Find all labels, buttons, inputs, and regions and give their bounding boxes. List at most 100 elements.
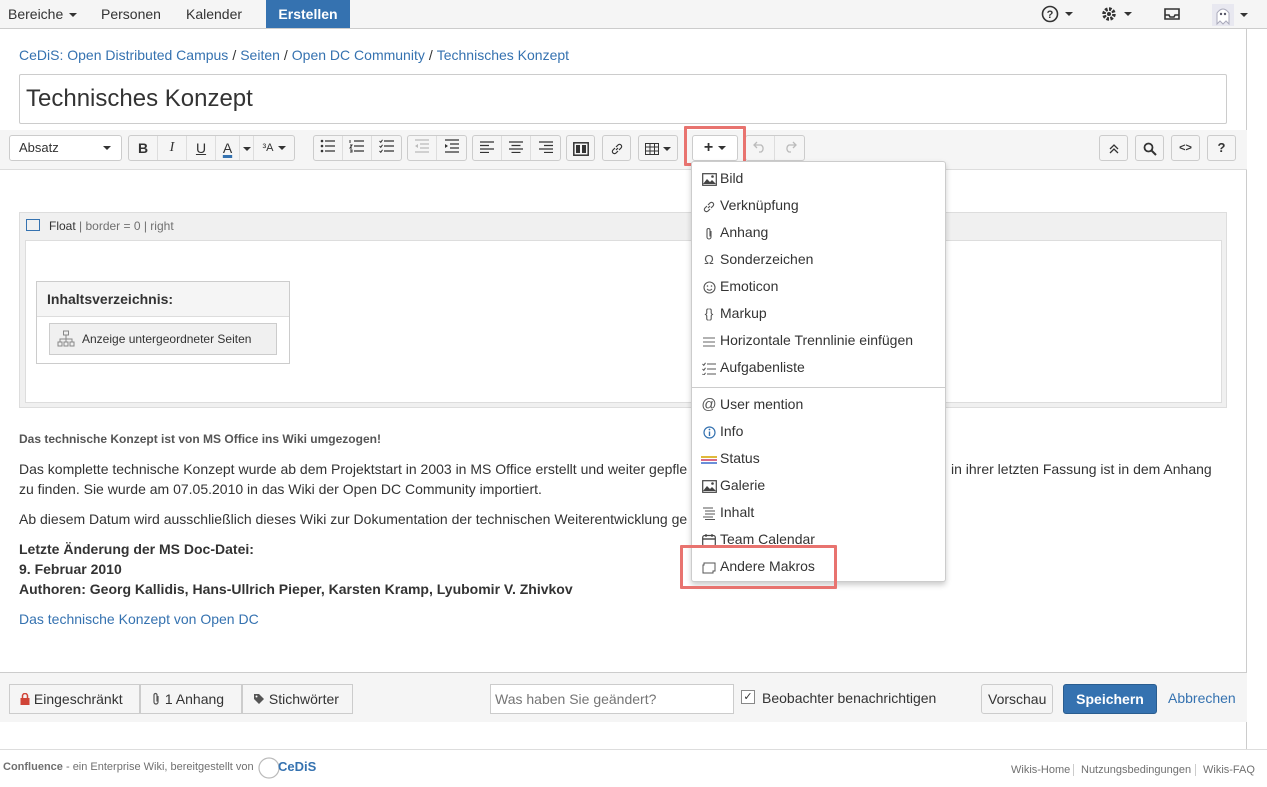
macro-name: Float xyxy=(49,219,76,233)
find-replace-button[interactable] xyxy=(1135,135,1164,161)
insert-link-button[interactable] xyxy=(602,135,631,161)
cedis-logo[interactable]: CeDiS xyxy=(258,754,316,780)
menu-item-label: User mention xyxy=(720,396,804,412)
cancel-button[interactable]: Abbrechen xyxy=(1168,690,1236,706)
save-button[interactable]: Speichern xyxy=(1063,684,1157,714)
help-icon: ? xyxy=(1041,5,1059,23)
chevron-down-icon xyxy=(242,147,251,152)
breadcrumb-item[interactable]: Technisches Konzept xyxy=(437,47,569,63)
user-menu[interactable] xyxy=(1212,4,1248,26)
settings-menu[interactable] xyxy=(1100,4,1132,24)
menu-item-special-char[interactable]: Ω Sonderzeichen xyxy=(692,246,945,273)
restrictions-button[interactable]: Eingeschränkt xyxy=(9,684,140,714)
footer-link-terms[interactable]: Nutzungsbedingungen xyxy=(1081,764,1191,776)
align-right-button[interactable] xyxy=(531,136,560,160)
link-icon xyxy=(611,143,622,154)
insert-table-button[interactable] xyxy=(638,135,678,161)
status-icon xyxy=(701,445,717,472)
underline-button[interactable]: U xyxy=(187,136,216,160)
labels-button[interactable]: Stichwörter xyxy=(242,684,353,714)
italic-button[interactable]: I xyxy=(158,136,187,160)
align-center-button[interactable] xyxy=(502,136,531,160)
breadcrumb-item[interactable]: Seiten xyxy=(240,47,280,63)
numbered-list-button[interactable] xyxy=(343,136,372,160)
float-macro[interactable]: Float | border = 0 | right Inhaltsverzei… xyxy=(19,212,1227,408)
authors-text: Authoren: Georg Kallidis, Hans-Ullrich P… xyxy=(19,581,573,597)
menu-item-link[interactable]: Verknüpfung xyxy=(692,192,945,219)
menu-item-image[interactable]: Bild xyxy=(692,165,945,192)
concept-link[interactable]: Das technische Konzept von Open DC xyxy=(19,609,259,629)
menu-item-toc[interactable]: Inhalt xyxy=(692,499,945,526)
page-layout-button[interactable] xyxy=(566,135,595,161)
help-menu[interactable]: ? xyxy=(1041,4,1073,24)
redo-button[interactable] xyxy=(775,136,804,160)
menu-item-label: Horizontale Trennlinie einfügen xyxy=(720,332,914,348)
paperclip-icon xyxy=(153,692,159,705)
menu-item-info[interactable]: Info xyxy=(692,418,945,445)
menu-item-status[interactable]: Status xyxy=(692,445,945,472)
attachments-button[interactable]: 1 Anhang xyxy=(140,684,242,714)
chevron-down-icon xyxy=(663,146,671,151)
notify-watchers-label[interactable]: Beobachter benachrichtigen xyxy=(762,690,936,706)
top-navigation: Bereiche Personen Kalender Erstellen ? xyxy=(0,0,1267,29)
calendar-link[interactable]: Kalender xyxy=(186,0,242,28)
restrictions-label: Eingeschränkt xyxy=(33,691,123,707)
paragraph-1-line-2: zu finden. Sie wurde am 07.05.2010 in da… xyxy=(19,481,542,497)
footer-link-faq[interactable]: Wikis-FAQ xyxy=(1203,764,1255,776)
macro-body: Inhaltsverzeichnis: Anzeige untergeordne… xyxy=(25,240,1222,403)
menu-item-task-list[interactable]: Aufgabenliste xyxy=(692,354,945,381)
alignment-group xyxy=(472,135,561,161)
footer-link-wikis-home[interactable]: Wikis-Home xyxy=(1011,764,1070,776)
spaces-menu[interactable]: Bereiche xyxy=(8,0,78,28)
breadcrumb-item[interactable]: CeDiS: Open Distributed Campus xyxy=(19,47,228,63)
menu-item-attachment[interactable]: Anhang xyxy=(692,219,945,246)
paragraph-text: Das komplette technische Konzept wurde a… xyxy=(19,461,688,477)
children-macro-placeholder[interactable]: Anzeige untergeordneter Seiten xyxy=(49,323,277,355)
breadcrumb-item[interactable]: Open DC Community xyxy=(292,47,425,63)
align-right-icon xyxy=(538,141,553,154)
help-button[interactable]: ? xyxy=(1207,135,1236,161)
more-formatting-icon: ³A xyxy=(262,142,274,154)
menu-item-horizontal-rule[interactable]: Horizontale Trennlinie einfügen xyxy=(692,327,945,354)
footer-divider xyxy=(1073,764,1074,776)
collapse-toolbar-button[interactable] xyxy=(1099,135,1128,161)
editor-bottom-bar: Eingeschränkt 1 Anhang Stichwörter ✓ Beo… xyxy=(0,672,1247,722)
list-group xyxy=(313,135,402,161)
breadcrumb-separator: / xyxy=(232,47,237,63)
align-center-icon xyxy=(509,141,523,154)
task-list-button[interactable] xyxy=(372,136,401,160)
outdent-button[interactable] xyxy=(408,136,437,160)
menu-item-gallery[interactable]: Galerie xyxy=(692,472,945,499)
bold-button[interactable]: B xyxy=(129,136,158,160)
more-formatting-button[interactable]: ³A xyxy=(254,136,294,160)
change-comment-input[interactable] xyxy=(490,684,734,714)
macro-params: | border = 0 | right xyxy=(79,219,174,233)
preview-button[interactable]: Vorschau xyxy=(981,684,1053,714)
source-editor-button[interactable]: <> xyxy=(1171,135,1200,161)
text-color-dropdown[interactable] xyxy=(240,136,254,160)
braces-icon: {} xyxy=(704,306,714,321)
page-title-input[interactable]: Technisches Konzept xyxy=(19,74,1227,124)
notify-watchers-checkbox[interactable]: ✓ xyxy=(741,690,755,704)
undo-icon xyxy=(753,141,764,153)
menu-item-user-mention[interactable]: @ User mention xyxy=(692,391,945,418)
notifications-button[interactable] xyxy=(1163,4,1181,24)
text-color-button[interactable]: A xyxy=(216,136,240,160)
highlight-box xyxy=(684,126,746,166)
menu-item-markup[interactable]: {} Markup xyxy=(692,300,945,327)
footer-brand[interactable]: Confluence xyxy=(3,761,63,773)
indent-button[interactable] xyxy=(437,136,466,160)
align-left-icon xyxy=(480,141,494,154)
menu-item-label: Galerie xyxy=(720,477,766,493)
paragraph-style-select[interactable]: Absatz xyxy=(9,135,122,161)
people-link[interactable]: Personen xyxy=(101,0,161,28)
menu-item-emoticon[interactable]: Emoticon xyxy=(692,273,945,300)
toc-title: Inhaltsverzeichnis: xyxy=(47,291,174,307)
bullet-list-button[interactable] xyxy=(314,136,343,160)
menu-item-label: Anhang xyxy=(720,224,769,240)
create-button[interactable]: Erstellen xyxy=(266,0,350,28)
align-left-button[interactable] xyxy=(473,136,502,160)
undo-button[interactable] xyxy=(746,136,775,160)
bullet-list-icon xyxy=(320,139,335,153)
children-macro-label: Anzeige untergeordneter Seiten xyxy=(82,332,252,346)
